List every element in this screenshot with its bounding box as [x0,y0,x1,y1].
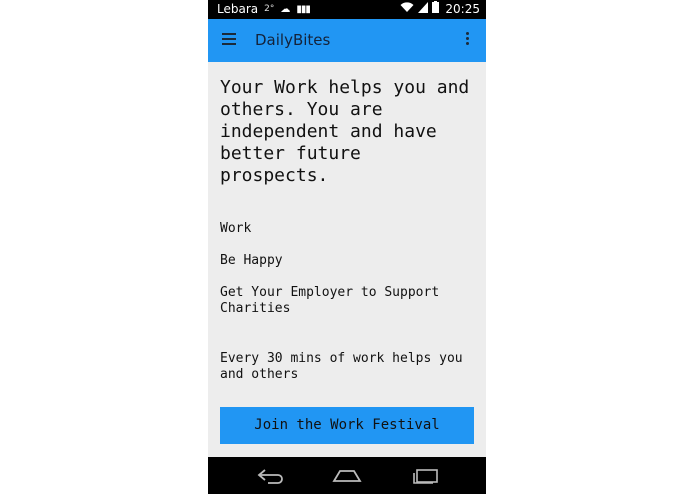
list-item: Get Your Employer to Support Charities [220,285,440,316]
join-festival-button[interactable]: Join the Work Festival [220,407,474,444]
recents-icon[interactable] [400,457,450,494]
list-item: Every 30 mins of work helps you and othe… [220,351,463,382]
app-bar: DailyBites [208,19,486,62]
list-item: Be Happy [220,253,283,268]
hamburger-menu-icon[interactable] [222,33,236,45]
phone-screen: Lebara 2° ☁ ▮▮▮ 20:25 DailyBites Your Wo… [208,0,486,494]
overflow-menu-icon[interactable] [466,32,470,46]
signal-icon [418,0,429,19]
clock: 20:25 [445,2,480,16]
status-right: 20:25 [400,0,480,19]
home-icon[interactable] [322,457,372,494]
temperature-label: 2° [264,4,275,14]
status-bar: Lebara 2° ☁ ▮▮▮ 20:25 [208,0,486,19]
navigation-bar [208,457,486,494]
back-icon[interactable] [245,457,295,494]
list-item: Work [220,221,252,236]
cloud-icon: ☁ [280,4,291,15]
headline: Your Work helps you and others. You are … [220,77,470,186]
app-title: DailyBites [255,31,331,49]
carrier-label: Lebara [217,2,259,16]
battery-icon [432,0,440,19]
barcode-icon: ▮▮▮ [296,4,310,15]
status-left: Lebara 2° ☁ ▮▮▮ [217,0,311,19]
wifi-icon [400,0,414,19]
